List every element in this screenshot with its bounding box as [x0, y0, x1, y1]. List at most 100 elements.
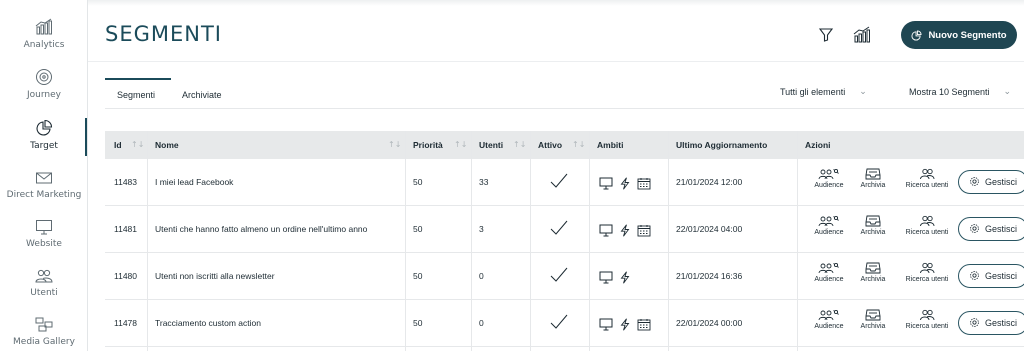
sidebar-item-label: Analytics — [23, 40, 65, 50]
search-users-icon — [900, 215, 954, 227]
archive-button[interactable]: Archivia — [856, 309, 890, 330]
sort-icon[interactable]: ↑↓ — [454, 140, 467, 149]
manage-label: Gestisci — [985, 271, 1018, 281]
sidebar-item-label: Website — [26, 239, 62, 249]
audience-button[interactable]: Audience — [812, 309, 846, 330]
analytics-icon — [853, 26, 870, 43]
column-header-utenti[interactable]: Utenti — [479, 140, 503, 150]
sidebar-item-target[interactable]: Target — [0, 119, 88, 151]
gear-icon — [969, 176, 980, 189]
monitor-icon — [599, 269, 613, 288]
sidebar-item-label: Media Gallery — [13, 337, 75, 347]
sort-icon[interactable]: ↑↓ — [513, 140, 526, 149]
archive-icon — [856, 262, 890, 274]
audience-button[interactable]: Audience — [812, 168, 846, 189]
table-header — [105, 131, 1024, 159]
page-title: SEGMENTI — [105, 22, 222, 46]
search-users-icon — [900, 262, 954, 274]
new-segment-button[interactable]: Nuovo Segmento — [901, 21, 1017, 49]
sort-icon[interactable]: ↑↓ — [388, 140, 401, 149]
scope-select[interactable]: Tutti gli elementi ⌄ — [780, 86, 867, 97]
action-label: Ricerca utenti — [905, 229, 949, 236]
manage-button[interactable]: Gestisci — [958, 264, 1024, 288]
gear-icon — [969, 270, 980, 283]
bolt-icon — [620, 175, 630, 194]
cell-id: 11478 — [114, 318, 138, 328]
sidebar-item-media-gallery[interactable]: Media Gallery — [0, 317, 88, 347]
monitor-icon — [599, 222, 613, 241]
audience-button[interactable]: Audience — [812, 215, 846, 236]
archive-icon — [856, 168, 890, 180]
scope-select-value: Tutti gli elementi — [780, 86, 846, 97]
column-header-nome[interactable]: Nome — [155, 140, 179, 150]
pie-chart-icon — [911, 29, 922, 41]
search-users-icon — [900, 309, 954, 321]
active-indicator — [85, 118, 87, 156]
action-label: Archivia — [860, 182, 886, 189]
monitor-icon — [36, 220, 52, 235]
action-label: Archivia — [860, 276, 886, 283]
audience-button[interactable]: Audience — [812, 262, 846, 283]
search-users-button[interactable]: Ricerca utenti — [900, 262, 954, 283]
pie-chart-icon — [36, 119, 53, 136]
media-gallery-icon — [35, 317, 53, 332]
sort-icon[interactable]: ↑↓ — [131, 140, 144, 149]
cell-id: 11483 — [114, 177, 138, 187]
column-header-priorita[interactable]: Priorità — [413, 140, 443, 150]
chevron-down-icon: ⌄ — [859, 86, 867, 96]
sidebar-item-label: Journey — [27, 90, 61, 100]
sort-icon[interactable]: ↑↓ — [572, 140, 585, 149]
column-header-azioni: Azioni — [805, 140, 831, 150]
cell-priorita: 50 — [413, 224, 423, 234]
analytics-button[interactable] — [851, 24, 873, 46]
manage-button[interactable]: Gestisci — [958, 311, 1024, 335]
manage-label: Gestisci — [985, 177, 1018, 187]
tab-segmenti[interactable]: Segmenti — [117, 90, 155, 100]
sidebar-item-utenti[interactable]: Utenti — [0, 268, 88, 298]
action-label: Ricerca utenti — [905, 182, 949, 189]
cell-ultimo-aggiornamento: 22/01/2024 00:00 — [676, 318, 743, 328]
sidebar-item-journey[interactable]: Journey — [0, 68, 88, 100]
check-icon — [549, 172, 569, 194]
chevron-down-icon: ⌄ — [1003, 86, 1012, 96]
header-divider — [88, 61, 1024, 62]
sidebar-item-analytics[interactable]: Analytics — [0, 18, 88, 50]
sidebar: Analytics Journey Target Direct Marketin… — [0, 0, 88, 351]
cell-ultimo-aggiornamento: 21/01/2024 12:00 — [676, 177, 743, 187]
users-icon — [35, 269, 53, 283]
action-label: Audience — [814, 276, 844, 283]
search-users-button[interactable]: Ricerca utenti — [900, 168, 954, 189]
sidebar-item-label: Target — [30, 141, 58, 151]
manage-button[interactable]: Gestisci — [958, 170, 1024, 194]
cell-utenti: 33 — [479, 177, 489, 187]
active-tab-indicator — [105, 78, 171, 80]
new-segment-label: Nuovo Segmento — [928, 29, 1007, 41]
cell-id: 11480 — [114, 271, 138, 281]
cell-utenti: 0 — [479, 271, 484, 281]
page-size-select[interactable]: Mostra 10 Segmenti ⌄ — [909, 86, 1011, 97]
sidebar-item-website[interactable]: Website — [0, 219, 88, 249]
check-icon — [549, 219, 569, 241]
gear-icon — [969, 317, 980, 330]
cell-priorita: 50 — [413, 271, 423, 281]
manage-button[interactable]: Gestisci — [958, 217, 1024, 241]
action-label: Audience — [814, 323, 844, 330]
archive-button[interactable]: Archivia — [856, 168, 890, 189]
archive-button[interactable]: Archivia — [856, 215, 890, 236]
cell-priorita: 50 — [413, 318, 423, 328]
filter-button[interactable] — [815, 24, 837, 46]
sidebar-item-direct-marketing[interactable]: Direct Marketing — [0, 170, 88, 200]
tab-archiviate[interactable]: Archiviate — [182, 90, 222, 100]
archive-button[interactable]: Archivia — [856, 262, 890, 283]
column-header-attivo[interactable]: Attivo — [538, 140, 562, 150]
audience-icon — [812, 215, 846, 227]
top-shadow — [88, 0, 1024, 6]
monitor-icon — [599, 175, 613, 194]
manage-label: Gestisci — [985, 224, 1018, 234]
cell-nome: Utenti che hanno fatto almeno un ordine … — [155, 224, 368, 234]
column-header-id[interactable]: Id — [114, 140, 122, 150]
check-icon — [549, 266, 569, 288]
search-users-button[interactable]: Ricerca utenti — [900, 309, 954, 330]
search-users-button[interactable]: Ricerca utenti — [900, 215, 954, 236]
manage-label: Gestisci — [985, 318, 1018, 328]
